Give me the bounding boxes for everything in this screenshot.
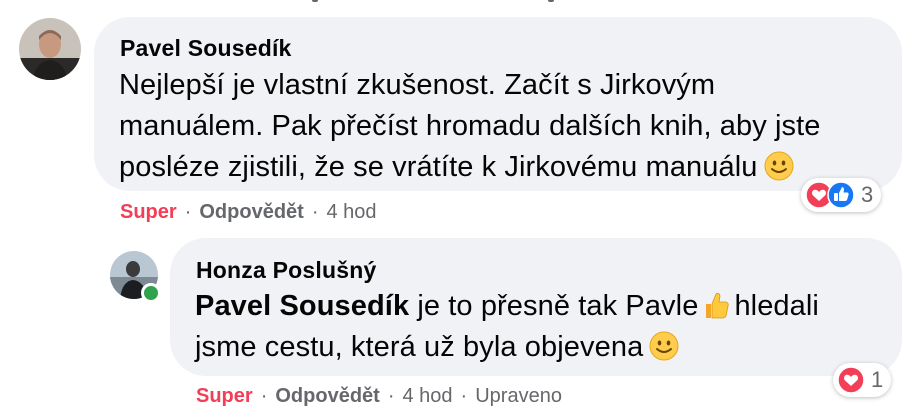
- comment-reply-button[interactable]: Odpovědět: [199, 201, 303, 223]
- reply-edited-label[interactable]: Upraveno: [475, 385, 562, 407]
- avatar-pavel[interactable]: [19, 18, 81, 80]
- separator-dot: ·: [260, 385, 268, 407]
- reply-text-part: je to přesně tak Pavle: [417, 290, 699, 322]
- reply-time[interactable]: 4 hod: [402, 385, 452, 407]
- comment-actions: Super · Odpovědět · 4 hod: [120, 201, 377, 224]
- reply-super-button[interactable]: Super: [196, 385, 253, 407]
- comment-text-line: Nejlepší je vlastní zkušenost. Začít s J…: [119, 69, 716, 101]
- smile-emoji-icon: [764, 151, 794, 181]
- comment-super-button[interactable]: Super: [120, 201, 177, 223]
- previous-content-edge: [0, 0, 918, 4]
- separator-dot: ·: [460, 385, 468, 407]
- heart-icon: [837, 366, 865, 394]
- reply-reactions[interactable]: 1: [833, 363, 892, 397]
- separator-dot: ·: [387, 385, 395, 407]
- reply-mention-link[interactable]: Pavel Sousedík: [195, 290, 409, 322]
- reply-reply-button[interactable]: Odpovědět: [275, 385, 379, 407]
- comment-author[interactable]: Pavel Sousedík: [120, 35, 292, 62]
- comment-text-line: manuálem. Pak přečíst hromadu dalších kn…: [119, 110, 821, 142]
- separator-dot: ·: [311, 201, 319, 223]
- reply-text: Pavel Sousedík je to přesně tak Pavle hl…: [195, 286, 885, 368]
- like-icon: [827, 181, 855, 209]
- separator-dot: ·: [184, 201, 192, 223]
- comment-text-line-3: posléze zjistili, že se vrátíte k Jirkov…: [119, 151, 758, 183]
- smile-emoji-icon: [649, 331, 679, 361]
- reply-text-line: jsme cestu, která už byla objevena: [195, 327, 885, 368]
- comment-time[interactable]: 4 hod: [326, 201, 376, 223]
- reply-reaction-count: 1: [871, 367, 884, 392]
- reply-text-part: hledali: [734, 290, 819, 322]
- thumbs-up-emoji-icon: [706, 292, 730, 319]
- reply-actions: Super · Odpovědět · 4 hod · Upraveno: [196, 385, 562, 408]
- reply-text-line-2: jsme cestu, která už byla objevena: [195, 331, 644, 363]
- comment-reaction-count: 3: [861, 182, 874, 207]
- comment-text: Nejlepší je vlastní zkušenost. Začít s J…: [119, 65, 879, 188]
- reply-text-line: Pavel Sousedík je to přesně tak Pavle hl…: [195, 286, 885, 327]
- online-status-indicator: [141, 283, 161, 303]
- avatar-pavel-image: [19, 18, 81, 80]
- reply-author[interactable]: Honza Poslušný: [196, 257, 376, 284]
- comment-reactions[interactable]: 3: [801, 178, 882, 212]
- comment-text-line: posléze zjistili, že se vrátíte k Jirkov…: [119, 147, 879, 188]
